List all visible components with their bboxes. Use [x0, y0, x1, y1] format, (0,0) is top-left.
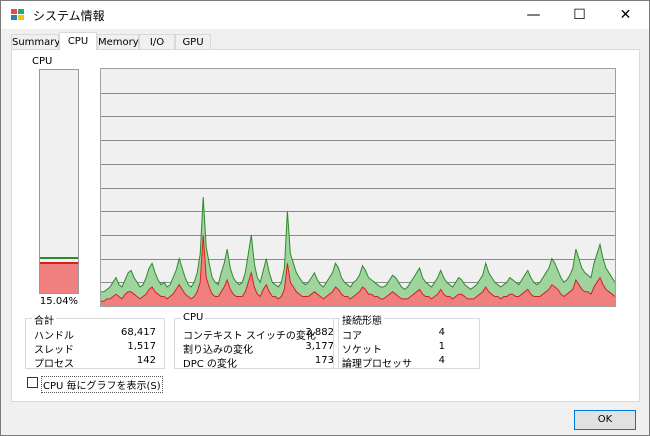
title-bar[interactable]: システム情報 — ☐ ✕: [1, 1, 649, 29]
cpu-meter-label: CPU: [32, 56, 53, 67]
topology-row: コア 4: [334, 327, 479, 342]
cpu-history-chart: [101, 93, 615, 306]
topology-label: コア: [342, 331, 362, 342]
totals-label: ハンドル: [34, 331, 74, 342]
tab-cpu[interactable]: CPU: [59, 32, 97, 50]
cpu-stats-value: 3,177: [305, 341, 334, 352]
cpu-history-graph: [100, 68, 616, 307]
totals-value: 1,517: [127, 341, 156, 352]
topology-value: 4: [438, 327, 445, 338]
cpu-stats-row: 割り込みの変化 3,177: [175, 341, 338, 356]
ok-button[interactable]: OK: [574, 410, 636, 430]
system-info-window: システム情報 — ☐ ✕ Summary CPU Memory I/O GPU …: [0, 0, 650, 436]
cpu-usage-percent: 15.04%: [39, 296, 79, 307]
cpu-stats-value: 173: [314, 355, 334, 366]
cpu-stats-label: 割り込みの変化: [183, 345, 253, 356]
topology-group: 接続形態 コア 4 ソケット 1 論理プロセッサ 4: [333, 312, 480, 370]
cpu-kernel-level: [40, 262, 78, 293]
tab-gpu[interactable]: GPU: [175, 34, 211, 49]
totals-value: 142: [136, 355, 156, 366]
totals-label: プロセス: [34, 359, 74, 370]
cpu-stats-label: DPC の変化: [183, 359, 237, 370]
cpu-stats-title: CPU: [181, 312, 206, 323]
totals-row: スレッド 1,517: [26, 341, 164, 356]
window-title: システム情報: [33, 9, 105, 23]
totals-group: 合計 ハンドル 68,417 スレッド 1,517 プロセス 142: [25, 312, 165, 370]
cpu-user-level: [40, 257, 78, 259]
minimize-button[interactable]: —: [511, 1, 556, 29]
maximize-button[interactable]: ☐: [557, 1, 602, 29]
tab-memory[interactable]: Memory: [97, 34, 139, 49]
topology-value: 1: [438, 341, 445, 352]
cpu-usage-meter: [39, 69, 79, 294]
totals-label: スレッド: [34, 345, 74, 356]
topology-value: 4: [438, 355, 445, 366]
topology-row: 論理プロセッサ 4: [334, 355, 479, 370]
per-cpu-checkbox[interactable]: [27, 377, 38, 388]
cpu-stats-label: コンテキスト スイッチの変化: [183, 331, 316, 342]
tab-summary[interactable]: Summary: [11, 34, 60, 49]
cpu-stats-row: コンテキスト スイッチの変化 3,882: [175, 327, 338, 342]
topology-row: ソケット 1: [334, 341, 479, 356]
per-cpu-checkbox-label[interactable]: CPU 毎にグラフを表示(S): [41, 376, 163, 393]
totals-row: プロセス 142: [26, 355, 164, 370]
tab-io[interactable]: I/O: [139, 34, 175, 49]
totals-row: ハンドル 68,417: [26, 327, 164, 342]
cpu-stats-value: 3,882: [305, 327, 334, 338]
topology-title: 接続形態: [340, 312, 384, 327]
app-icon: [11, 9, 24, 20]
cpu-stats-group: CPU コンテキスト スイッチの変化 3,882 割り込みの変化 3,177 D…: [174, 312, 339, 370]
totals-title: 合計: [32, 312, 56, 327]
topology-label: 論理プロセッサ: [342, 359, 412, 370]
cpu-stats-row: DPC の変化 173: [175, 355, 338, 370]
topology-label: ソケット: [342, 345, 382, 356]
close-button[interactable]: ✕: [603, 1, 648, 29]
totals-value: 68,417: [121, 327, 156, 338]
